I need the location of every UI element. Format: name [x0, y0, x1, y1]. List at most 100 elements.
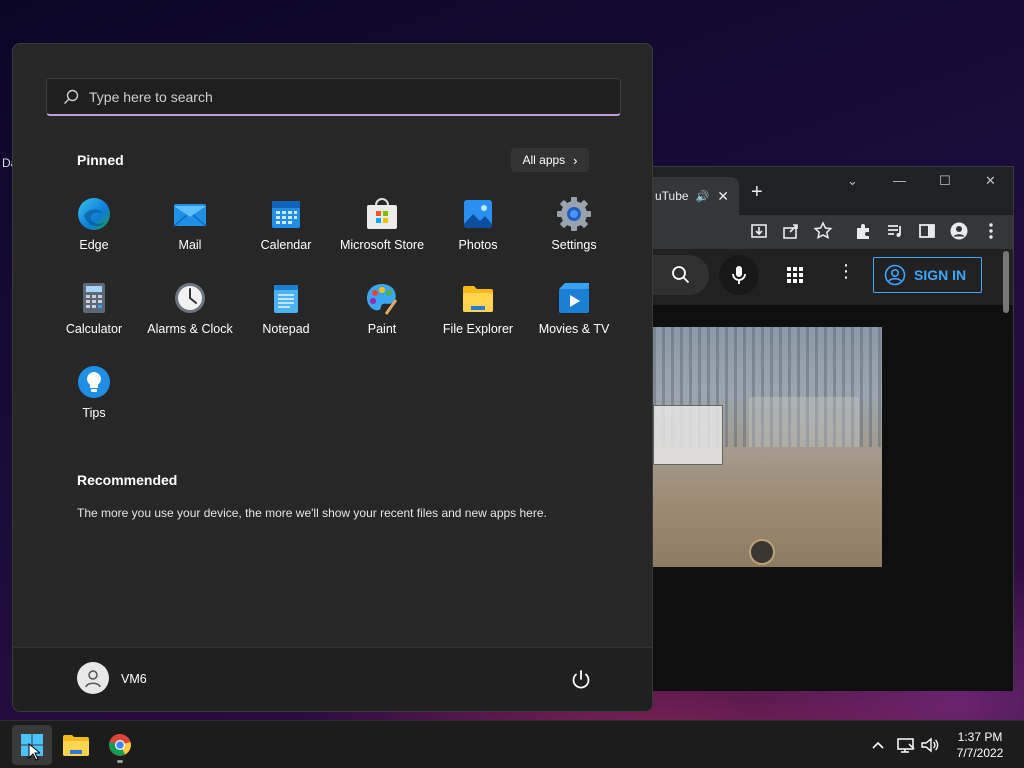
pinned-app-calculator[interactable]: Calculator — [46, 274, 142, 346]
new-tab-button[interactable]: + — [751, 181, 763, 204]
taskbar-chrome[interactable] — [100, 725, 140, 765]
app-label: Microsoft Store — [339, 238, 425, 252]
video-thumbnail[interactable] — [653, 327, 882, 567]
clock-icon — [175, 283, 205, 313]
app-label: Movies & TV — [538, 322, 610, 336]
microphone-icon — [732, 266, 746, 284]
search-input[interactable]: Type here to search — [46, 78, 621, 116]
paint-icon — [367, 284, 398, 315]
close-window-button[interactable]: ✕ — [985, 173, 996, 189]
apps-grid-icon[interactable] — [785, 265, 805, 285]
user-name[interactable]: VM6 — [121, 672, 147, 686]
app-label: Calendar — [260, 238, 312, 252]
voice-search-button[interactable] — [719, 255, 759, 295]
tips-icon — [78, 366, 110, 398]
pinned-title: Pinned — [77, 152, 124, 168]
bookmark-star-icon[interactable] — [813, 221, 833, 241]
folder-icon — [63, 735, 89, 756]
side-panel-icon[interactable] — [917, 221, 937, 241]
edge-icon — [78, 198, 110, 230]
video-overlay-panel — [653, 405, 723, 465]
pinned-app-alarms-clock[interactable]: Alarms & Clock — [142, 274, 238, 346]
video-logo — [749, 539, 775, 565]
chevron-up-icon[interactable] — [868, 735, 888, 755]
extensions-icon[interactable] — [853, 221, 873, 241]
folder-icon — [463, 286, 493, 312]
clock-date: 7/7/2022 — [956, 746, 1004, 760]
more-options-icon[interactable]: ⋮ — [837, 261, 855, 282]
pinned-app-movies-tv[interactable]: Movies & TV — [526, 274, 622, 346]
pinned-app-photos[interactable]: Photos — [430, 190, 526, 262]
pinned-app-microsoft-store[interactable]: Microsoft Store — [334, 190, 430, 262]
tab-strip: uTube 🔊 ✕ + ⌄ — ☐ ✕ — [653, 167, 1013, 215]
tab-search-icon[interactable]: ⌄ — [847, 173, 858, 189]
chrome-window: uTube 🔊 ✕ + ⌄ — ☐ ✕ ⋮ SIGN IN — [652, 166, 1014, 691]
minimize-button[interactable]: — — [893, 173, 906, 188]
settings-icon — [557, 197, 591, 231]
app-label: Alarms & Clock — [147, 322, 233, 336]
pinned-app-paint[interactable]: Paint — [334, 274, 430, 346]
store-icon — [367, 198, 397, 229]
chrome-icon — [109, 734, 131, 756]
app-label: Mail — [178, 238, 202, 252]
pinned-app-edge[interactable]: Edge — [46, 190, 142, 262]
all-apps-button[interactable]: All apps › — [511, 148, 589, 172]
sign-in-button[interactable]: SIGN IN — [873, 257, 982, 293]
app-label: Photos — [458, 238, 498, 252]
taskbar-file-explorer[interactable] — [56, 725, 96, 765]
taskbar-clock[interactable]: 1:37 PM 7/7/2022 — [948, 729, 1012, 761]
menu-dots-icon[interactable] — [981, 221, 1001, 241]
running-indicator — [117, 760, 123, 763]
app-label: File Explorer — [442, 322, 514, 336]
user-icon — [85, 670, 101, 688]
search-placeholder: Type here to search — [89, 88, 213, 105]
search-icon — [64, 89, 79, 104]
volume-icon[interactable] — [920, 735, 940, 755]
browser-tab[interactable]: uTube 🔊 ✕ — [653, 177, 739, 215]
photos-icon — [464, 200, 492, 228]
browser-toolbar — [653, 215, 1013, 249]
pinned-app-mail[interactable]: Mail — [142, 190, 238, 262]
media-control-icon[interactable] — [885, 221, 905, 241]
pinned-app-calendar[interactable]: Calendar — [238, 190, 334, 262]
network-icon[interactable] — [896, 735, 916, 755]
recommended-text: The more you use your device, the more w… — [77, 506, 547, 520]
start-button[interactable] — [12, 725, 52, 765]
page-content: ⋮ SIGN IN — [653, 249, 1013, 691]
start-menu: Type here to search Pinned All apps › Ed… — [12, 43, 653, 712]
app-label: Paint — [367, 322, 397, 336]
mouse-cursor-icon — [28, 743, 40, 761]
share-icon[interactable] — [781, 221, 801, 241]
pinned-app-file-explorer[interactable]: File Explorer — [430, 274, 526, 346]
app-label: Notepad — [262, 322, 310, 336]
pinned-app-notepad[interactable]: Notepad — [238, 274, 334, 346]
search-icon — [672, 266, 690, 284]
power-icon[interactable] — [569, 668, 593, 692]
tab-title: uTube — [655, 189, 689, 203]
all-apps-label: All apps — [522, 153, 566, 167]
pinned-app-tips[interactable]: Tips — [46, 358, 142, 430]
sign-in-label: SIGN IN — [914, 267, 967, 283]
youtube-header: ⋮ SIGN IN — [653, 249, 1013, 305]
install-icon[interactable] — [749, 221, 769, 241]
chevron-right-icon: › — [573, 152, 578, 168]
youtube-search-button[interactable] — [653, 255, 709, 295]
clock-time: 1:37 PM — [957, 730, 1003, 744]
speaker-icon[interactable]: 🔊 — [696, 190, 710, 203]
profile-icon[interactable] — [949, 221, 969, 241]
start-footer: VM6 — [13, 647, 652, 711]
maximize-button[interactable]: ☐ — [939, 173, 951, 189]
pinned-app-settings[interactable]: Settings — [526, 190, 622, 262]
movies-icon — [559, 283, 589, 313]
recommended-title: Recommended — [77, 472, 178, 488]
calendar-icon — [272, 201, 300, 228]
calculator-icon — [83, 283, 105, 313]
mail-icon — [173, 204, 207, 227]
notepad-icon — [274, 285, 298, 313]
tab-close-icon[interactable]: ✕ — [717, 188, 729, 205]
taskbar: 1:37 PM 7/7/2022 — [0, 720, 1024, 768]
user-avatar[interactable] — [77, 662, 109, 694]
video-overlay-panel — [749, 397, 859, 447]
page-scrollbar[interactable] — [1003, 251, 1009, 313]
app-label: Calculator — [65, 322, 123, 336]
